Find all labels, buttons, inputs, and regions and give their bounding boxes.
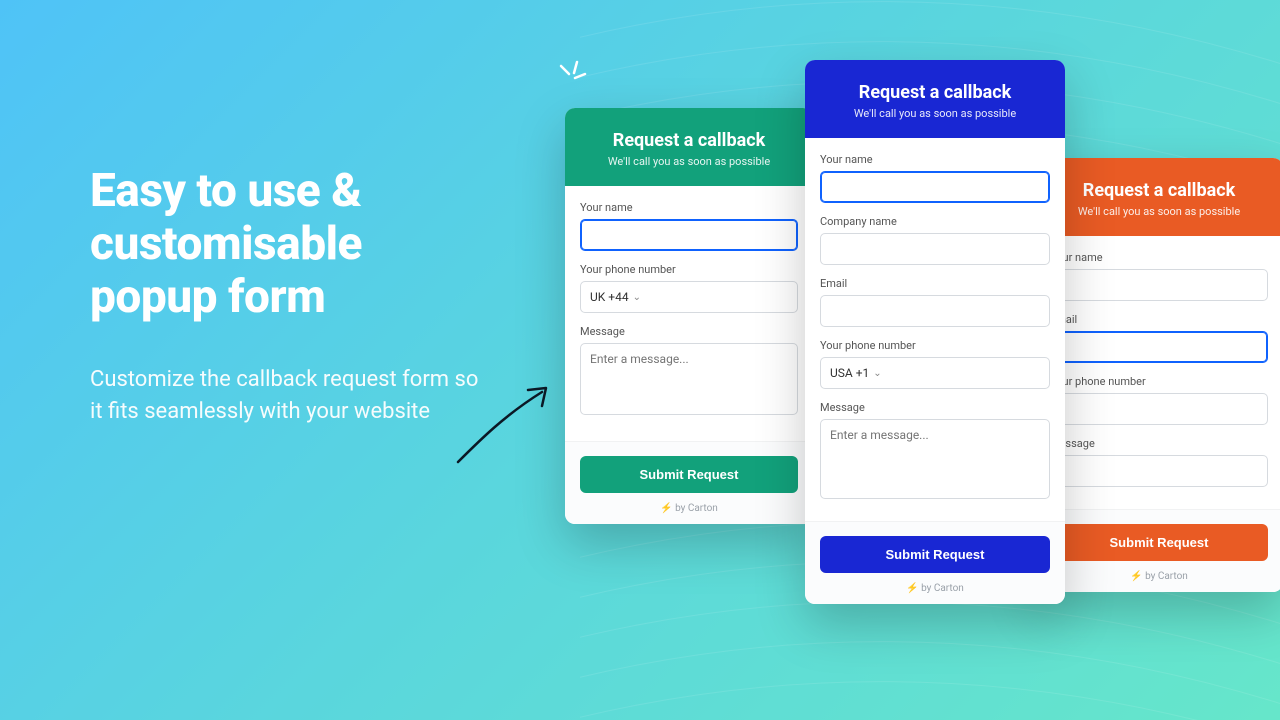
card-title: Request a callback xyxy=(581,130,797,151)
phone-prefix-select[interactable]: USA +1 ⌄ xyxy=(820,357,1050,389)
card-subtitle: We'll call you as soon as possible xyxy=(581,155,797,168)
phone-label: Your phone number xyxy=(580,263,798,276)
bolt-icon: ⚡ xyxy=(906,583,918,594)
card-subtitle: We'll call you as soon as possible xyxy=(821,107,1049,120)
byline: ⚡ by Carton xyxy=(1050,571,1268,582)
byline: ⚡ by Carton xyxy=(580,503,798,514)
name-label: Your name xyxy=(1050,251,1268,264)
email-input[interactable] xyxy=(820,295,1050,327)
submit-button[interactable]: Submit Request xyxy=(1050,524,1268,561)
email-label: Email xyxy=(820,277,1050,290)
email-input[interactable] xyxy=(1050,331,1268,363)
message-label: Message xyxy=(580,325,798,338)
sparkle-decoration xyxy=(555,60,589,94)
callback-card-green: Request a callback We'll call you as soo… xyxy=(565,108,813,524)
chevron-down-icon: ⌄ xyxy=(633,292,641,303)
message-textarea[interactable] xyxy=(580,343,798,415)
submit-button[interactable]: Submit Request xyxy=(820,536,1050,573)
callback-card-blue: Request a callback We'll call you as soo… xyxy=(805,60,1065,604)
message-label: Message xyxy=(1050,437,1268,450)
card-title: Request a callback xyxy=(1051,180,1267,201)
phone-input[interactable] xyxy=(1050,393,1268,425)
name-input[interactable] xyxy=(820,171,1050,203)
bolt-icon: ⚡ xyxy=(660,503,672,514)
card-title: Request a callback xyxy=(821,82,1049,103)
hero-subtitle: Customize the callback request form so i… xyxy=(90,364,490,428)
company-input[interactable] xyxy=(820,233,1050,265)
bolt-icon: ⚡ xyxy=(1130,571,1142,582)
phone-label: Your phone number xyxy=(820,339,1050,352)
name-input[interactable] xyxy=(1050,269,1268,301)
message-textarea[interactable] xyxy=(820,419,1050,499)
phone-prefix-value: USA +1 xyxy=(830,366,869,380)
phone-label: Your phone number xyxy=(1050,375,1268,388)
name-input[interactable] xyxy=(580,219,798,251)
submit-button[interactable]: Submit Request xyxy=(580,456,798,493)
message-label: Message xyxy=(820,401,1050,414)
callback-card-orange: Request a callback We'll call you as soo… xyxy=(1035,158,1280,592)
byline: ⚡ by Carton xyxy=(820,583,1050,594)
email-label: Email xyxy=(1050,313,1268,326)
phone-prefix-select[interactable]: UK +44 ⌄ xyxy=(580,281,798,313)
chevron-down-icon: ⌄ xyxy=(873,368,881,379)
message-input[interactable] xyxy=(1050,455,1268,487)
name-label: Your name xyxy=(820,153,1050,166)
arrow-doodle xyxy=(450,380,560,470)
phone-prefix-value: UK +44 xyxy=(590,290,629,304)
company-label: Company name xyxy=(820,215,1050,228)
name-label: Your name xyxy=(580,201,798,214)
card-subtitle: We'll call you as soon as possible xyxy=(1051,205,1267,218)
hero-title: Easy to use & customisable popup form xyxy=(90,165,490,324)
